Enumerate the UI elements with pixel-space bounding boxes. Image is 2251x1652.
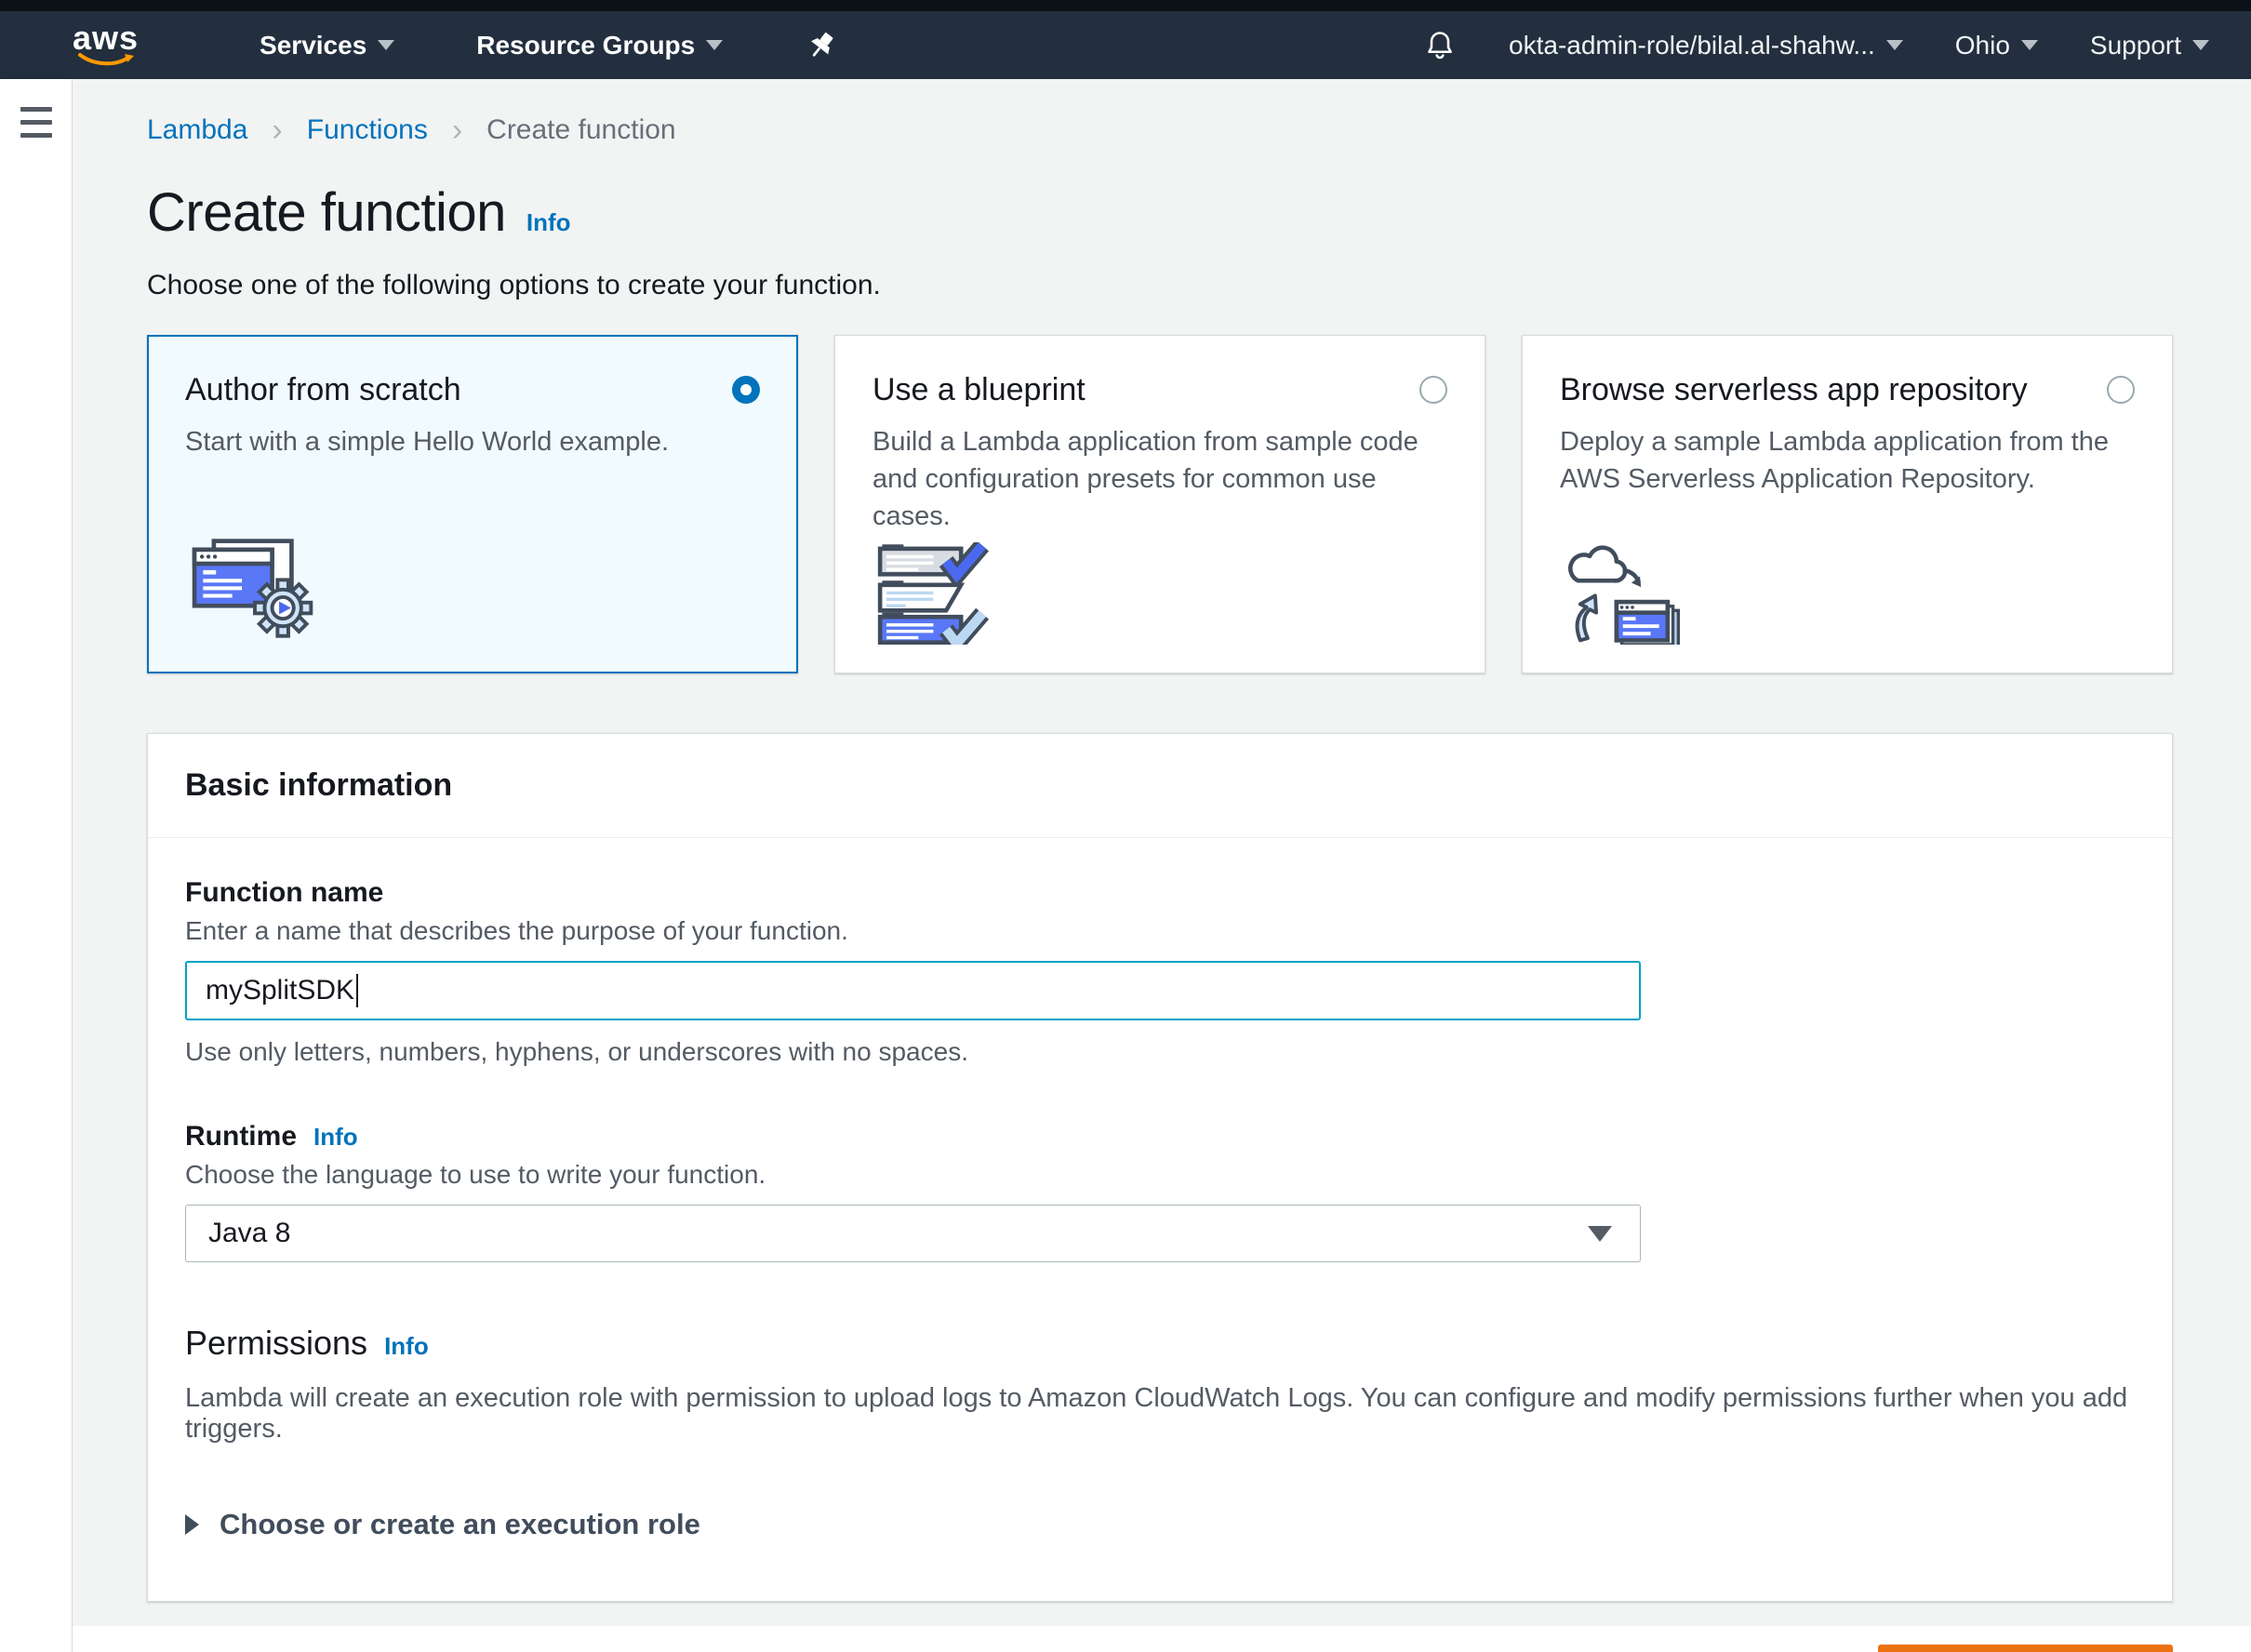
card-browse-serverless-app-repository[interactable]: Browse serverless app repository Deploy … [1522, 335, 2173, 673]
nav-support-menu[interactable]: Support [2090, 31, 2209, 60]
dropdown-caret-icon [1588, 1226, 1612, 1242]
bell-icon [1423, 29, 1457, 62]
footer-actions: Cancel Create function [147, 1645, 2173, 1652]
nav-pin-button[interactable] [805, 29, 838, 62]
nav-region-menu[interactable]: Ohio [1955, 31, 2038, 60]
page-title: Create function [147, 181, 506, 244]
chevron-right-icon: › [452, 116, 462, 144]
text-cursor [356, 974, 358, 1007]
card-author-from-scratch[interactable]: Author from scratch Start with a simple … [147, 335, 798, 673]
card-description: Deploy a sample Lambda application from … [1560, 423, 2135, 498]
aws-smile-icon [76, 52, 136, 67]
aws-logo-text: aws [73, 24, 139, 52]
function-name-hint: Use only letters, numbers, hyphens, or u… [185, 1037, 2135, 1067]
radio-browse-serverless-app-repository[interactable] [2107, 376, 2135, 404]
panel-title: Basic information [185, 767, 2135, 804]
chevron-down-icon [1886, 40, 1903, 50]
breadcrumb-lambda[interactable]: Lambda [147, 114, 247, 146]
aws-top-navbar: aws Services Resource Groups o [0, 11, 2251, 79]
permissions-description: Lambda will create an execution role wit… [185, 1383, 2135, 1445]
runtime-selected-value: Java 8 [208, 1218, 290, 1249]
creation-option-cards: Author from scratch Start with a simple … [147, 335, 2173, 673]
permissions-label: Permissions [185, 1324, 367, 1363]
expander-arrow-icon [185, 1514, 199, 1535]
function-name-input[interactable] [185, 961, 1641, 1020]
aws-logo[interactable]: aws [73, 24, 139, 67]
blueprint-checklist-icon [872, 542, 1003, 645]
execution-role-expander-label: Choose or create an execution role [220, 1508, 700, 1541]
page-subtitle: Choose one of the following options to c… [147, 270, 2173, 301]
execution-role-expander[interactable]: Choose or create an execution role [185, 1508, 2135, 1541]
nav-services[interactable]: Services [260, 31, 394, 60]
card-description: Start with a simple Hello World example. [185, 423, 760, 460]
nav-resource-groups[interactable]: Resource Groups [476, 31, 723, 60]
left-sidebar [0, 79, 73, 1652]
card-title: Author from scratch [185, 372, 461, 408]
runtime-info-link[interactable]: Info [313, 1123, 358, 1152]
title-info-link[interactable]: Info [526, 208, 571, 237]
function-name-description: Enter a name that describes the purpose … [185, 916, 2135, 946]
radio-use-a-blueprint[interactable] [1419, 376, 1447, 404]
notifications-bell-button[interactable] [1423, 29, 1457, 62]
permissions-section: Permissions Info Lambda will create an e… [185, 1324, 2135, 1541]
hamburger-menu-button[interactable] [20, 101, 52, 152]
breadcrumb-functions[interactable]: Functions [307, 114, 428, 146]
runtime-description: Choose the language to use to write your… [185, 1160, 2135, 1190]
function-name-field: Function name Enter a name that describe… [185, 877, 2135, 1067]
breadcrumb: Lambda › Functions › Create function [147, 114, 2173, 146]
create-function-button[interactable]: Create function [1878, 1645, 2173, 1652]
chevron-down-icon [2021, 40, 2038, 50]
nav-account-menu[interactable]: okta-admin-role/bilal.al-shahw... [1509, 31, 1903, 60]
chevron-down-icon [706, 40, 723, 50]
code-window-gear-icon [185, 537, 325, 645]
runtime-select[interactable]: Java 8 [185, 1205, 1641, 1262]
runtime-field: Runtime Info Choose the language to use … [185, 1121, 2135, 1262]
chevron-down-icon [378, 40, 394, 50]
card-title: Browse serverless app repository [1560, 372, 2028, 408]
chevron-right-icon: › [272, 116, 282, 144]
chevron-down-icon [2192, 40, 2209, 50]
permissions-info-link[interactable]: Info [384, 1332, 429, 1361]
cloud-deploy-icon [1560, 542, 1690, 645]
window-top-strip [0, 0, 2251, 11]
card-use-a-blueprint[interactable]: Use a blueprint Build a Lambda applicati… [834, 335, 1485, 673]
card-description: Build a Lambda application from sample c… [872, 423, 1447, 535]
card-title: Use a blueprint [872, 372, 1086, 408]
radio-author-from-scratch[interactable] [732, 376, 760, 404]
basic-information-panel: Basic information Function name Enter a … [147, 733, 2173, 1602]
pushpin-icon [805, 29, 838, 62]
function-name-label: Function name [185, 877, 2135, 909]
main-content: Lambda › Functions › Create function Cre… [73, 79, 2251, 1626]
runtime-label: Runtime [185, 1121, 297, 1152]
breadcrumb-current: Create function [486, 114, 675, 146]
